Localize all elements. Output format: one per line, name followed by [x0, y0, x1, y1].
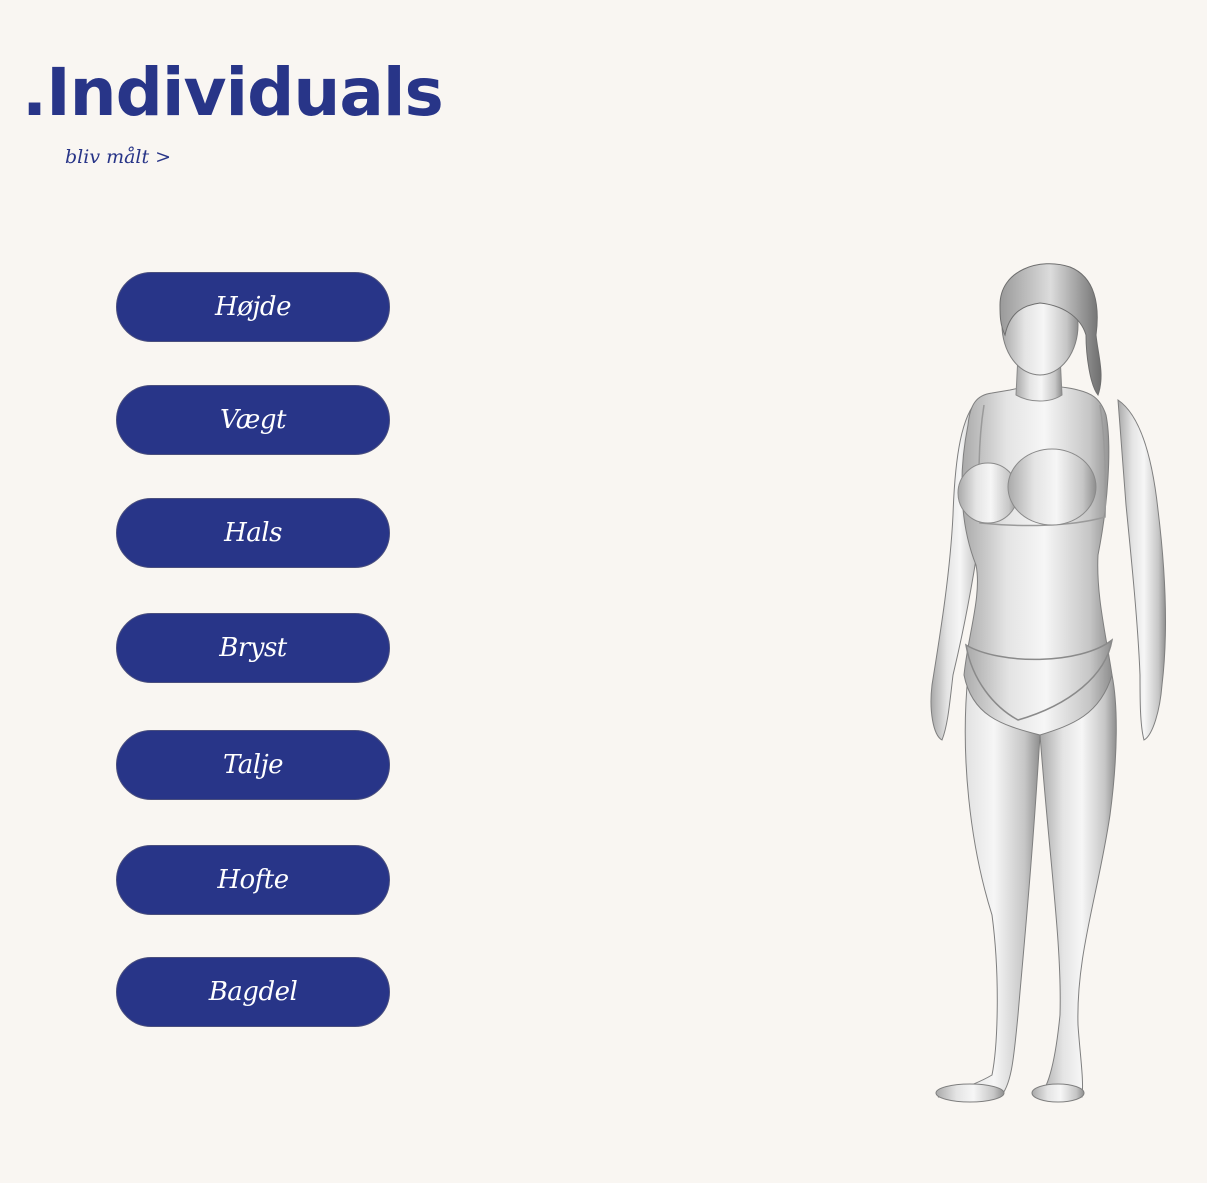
get-measured-link[interactable]: bliv målt >	[65, 146, 171, 168]
right-arm	[1117, 398, 1166, 741]
measure-button-hip[interactable]: Hofte	[116, 845, 390, 915]
measure-button-neck[interactable]: Hals	[116, 498, 390, 568]
right-foot	[1031, 1083, 1085, 1103]
body-model-figure	[930, 263, 1166, 1103]
left-foot	[935, 1083, 1005, 1103]
measure-button-waist[interactable]: Talje	[116, 730, 390, 800]
measure-button-seat[interactable]: Bagdel	[116, 957, 390, 1027]
left-leg	[937, 674, 1041, 1098]
right-leg	[1038, 674, 1117, 1098]
measure-button-weight[interactable]: Vægt	[116, 385, 390, 455]
chest-right	[1007, 448, 1097, 526]
measure-button-height[interactable]: Højde	[116, 272, 390, 342]
measure-button-chest[interactable]: Bryst	[116, 613, 390, 683]
brand-logo: .Individuals	[22, 54, 444, 131]
